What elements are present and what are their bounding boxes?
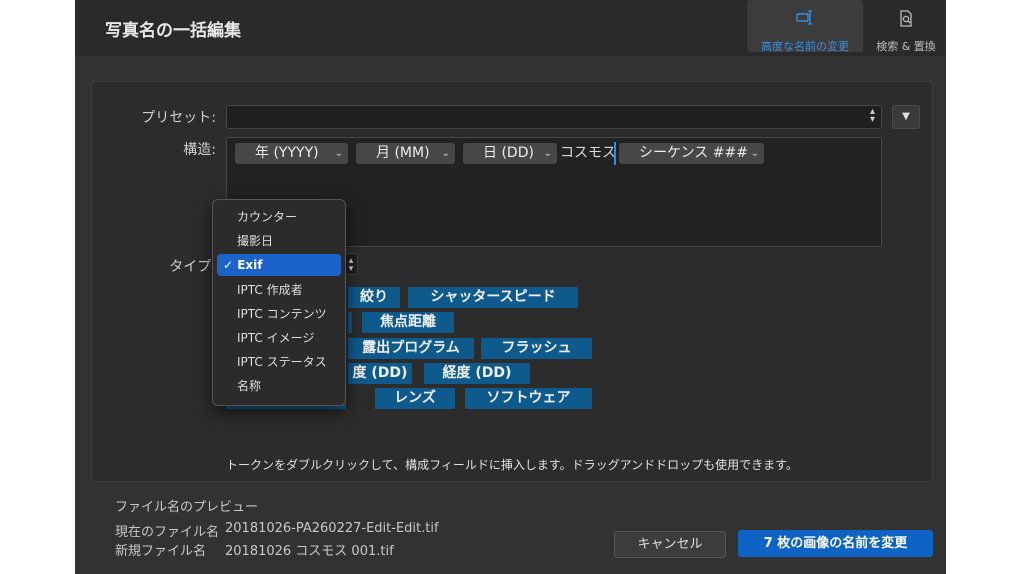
token-chip-lens[interactable]: レンズ bbox=[375, 388, 455, 409]
token-chip-aperture[interactable]: 絞り bbox=[348, 287, 400, 308]
triangle-down-icon: ▼ bbox=[902, 111, 910, 122]
preset-label: プリセット: bbox=[141, 110, 216, 126]
token-year[interactable]: 年 (YYYY) ⌄ bbox=[235, 143, 348, 164]
menu-item-iptc-status[interactable]: IPTC ステータス bbox=[217, 351, 341, 373]
search-replace-label: 検索 & 置換 bbox=[876, 40, 936, 53]
new-filename-value: 20181026 コスモス 001.tif bbox=[225, 544, 394, 559]
token-chip-focal-length[interactable]: 焦点距離 bbox=[362, 312, 454, 333]
preset-menu-button[interactable]: ▼ bbox=[892, 105, 920, 129]
chevron-down-icon[interactable]: ⌄ bbox=[544, 143, 552, 164]
menu-item-iptc-image[interactable]: IPTC イメージ bbox=[217, 327, 341, 349]
token-chip-longitude[interactable]: 経度 (DD) bbox=[424, 363, 530, 384]
token-day-label: 日 (DD) bbox=[483, 145, 534, 161]
search-replace-tab[interactable]: 検索 & 置換 bbox=[865, 0, 947, 53]
token-chip-latitude[interactable]: 度 (DD) bbox=[348, 363, 412, 384]
token-chip-partial[interactable] bbox=[348, 312, 352, 333]
chevron-down-icon[interactable]: ⌄ bbox=[442, 143, 450, 164]
menu-item-name[interactable]: 名称 bbox=[217, 375, 341, 397]
batch-rename-dialog: 写真名の一括編集 高度な名前の変更 検索 & 置換 プリセット: ▴ ▾ ▼ 構… bbox=[75, 0, 946, 574]
chevron-down-icon[interactable]: ⌄ bbox=[335, 143, 343, 164]
token-month-label: 月 (MM) bbox=[376, 145, 430, 161]
menu-item-iptc-content[interactable]: IPTC コンテンツ bbox=[217, 303, 341, 325]
token-chip-shutter-speed[interactable]: シャッタースピード bbox=[408, 287, 578, 308]
text-caret bbox=[614, 142, 616, 165]
updown-chevron-icon: ▴ ▾ bbox=[348, 256, 354, 274]
current-filename-value: 20181026-PA260227-Edit-Edit.tif bbox=[225, 521, 439, 536]
token-chip-software[interactable]: ソフトウェア bbox=[465, 388, 592, 409]
preview-title: ファイル名のプレビュー bbox=[115, 500, 259, 515]
token-day[interactable]: 日 (DD) ⌄ bbox=[463, 143, 557, 164]
type-label: タイプ: bbox=[169, 259, 216, 275]
token-chip-exposure-program[interactable]: 露出プログラム bbox=[348, 338, 474, 359]
menu-item-counter[interactable]: カウンター bbox=[217, 206, 341, 228]
title-bar: 写真名の一括編集 高度な名前の変更 検索 & 置換 bbox=[75, 0, 946, 56]
dialog-title: 写真名の一括編集 bbox=[105, 21, 241, 41]
token-year-label: 年 (YYYY) bbox=[255, 145, 319, 161]
cancel-button[interactable]: キャンセル bbox=[614, 531, 726, 558]
token-hint-text: トークンをダブルクリックして、構成フィールドに挿入します。ドラッグアンドドロップ… bbox=[226, 458, 798, 472]
chevron-down-icon[interactable]: ⌄ bbox=[751, 143, 759, 164]
type-select[interactable]: ▴ ▾ bbox=[344, 253, 358, 275]
advanced-rename-tab[interactable]: 高度な名前の変更 bbox=[747, 0, 863, 53]
structure-label: 構造: bbox=[183, 142, 216, 158]
menu-item-iptc-creator[interactable]: IPTC 作成者 bbox=[217, 279, 341, 301]
search-document-icon bbox=[900, 10, 912, 27]
rename-pen-icon bbox=[796, 10, 812, 25]
preset-select[interactable]: ▴ ▾ bbox=[226, 105, 882, 129]
token-month[interactable]: 月 (MM) ⌄ bbox=[356, 143, 455, 164]
current-filename-label: 現在のファイル名 bbox=[115, 525, 220, 540]
menu-item-capture-date[interactable]: 撮影日 bbox=[217, 230, 341, 252]
separator-text: コスモス bbox=[560, 145, 616, 161]
token-sequence[interactable]: シーケンス ### ⌄ bbox=[619, 143, 764, 164]
advanced-rename-label: 高度な名前の変更 bbox=[761, 40, 849, 53]
updown-chevron-icon: ▴ ▾ bbox=[869, 106, 875, 125]
menu-item-exif[interactable]: ✓ Exif bbox=[217, 254, 341, 276]
new-filename-label: 新規ファイル名 bbox=[115, 544, 207, 559]
token-chip-flash[interactable]: フラッシュ bbox=[481, 338, 592, 359]
rename-images-button[interactable]: 7 枚の画像の名前を変更 bbox=[738, 530, 933, 557]
type-dropdown-menu: カウンター 撮影日 ✓ Exif IPTC 作成者 IPTC コンテンツ IPT… bbox=[212, 199, 346, 406]
token-sequence-label: シーケンス ### bbox=[639, 145, 748, 161]
